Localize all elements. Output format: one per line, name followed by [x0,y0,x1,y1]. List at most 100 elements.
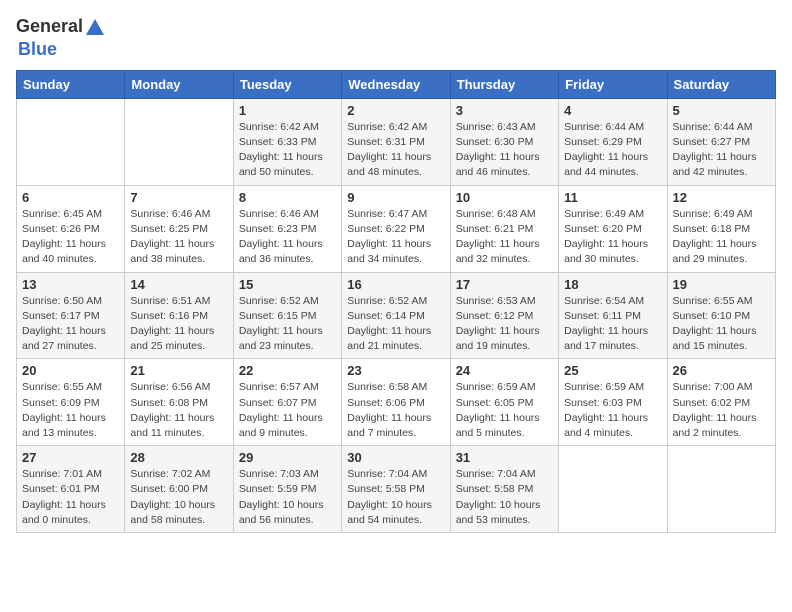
day-number: 29 [239,450,336,465]
logo: General Blue [16,16,107,60]
day-info: Sunrise: 6:42 AM Sunset: 6:31 PM Dayligh… [347,120,444,181]
logo-blue: Blue [18,39,57,59]
day-cell: 9Sunrise: 6:47 AM Sunset: 6:22 PM Daylig… [342,185,450,272]
header-friday: Friday [559,70,667,98]
day-info: Sunrise: 6:58 AM Sunset: 6:06 PM Dayligh… [347,380,444,441]
day-info: Sunrise: 6:54 AM Sunset: 6:11 PM Dayligh… [564,294,661,355]
header-thursday: Thursday [450,70,558,98]
day-cell: 17 Sunrise: 6:53 AM Sunset: 6:12 PM Dayli… [450,272,558,359]
day-info: Sunrise: 6:46 AM Sunset: 6:23 PM Dayligh… [239,207,336,268]
day-cell: 30 Sunrise: 7:04 AM Sunset: 5:58 PM Dayli… [342,446,450,533]
day-number: 2 [347,103,444,118]
day-number: 31 [456,450,553,465]
day-info: Sunrise: 6:57 AM Sunset: 6:07 PM Dayligh… [239,380,336,441]
day-cell: 20 Sunrise: 6:55 AM Sunset: 6:09 PM Dayli… [17,359,125,446]
day-info: Sunrise: 6:44 AM Sunset: 6:29 PM Dayligh… [564,120,661,181]
day-number: 28 [130,450,227,465]
day-number: 24 [456,363,553,378]
day-info: Sunrise: 6:55 AM Sunset: 6:09 PM Dayligh… [22,380,119,441]
day-info: Sunrise: 6:59 AM Sunset: 6:03 PM Dayligh… [564,380,661,441]
day-info: Sunrise: 6:52 AM Sunset: 6:15 PM Dayligh… [239,294,336,355]
day-info: Sunrise: 6:47 AM Sunset: 6:22 PM Dayligh… [347,207,444,268]
day-cell: 18 Sunrise: 6:54 AM Sunset: 6:11 PM Dayli… [559,272,667,359]
day-cell: 23 Sunrise: 6:58 AM Sunset: 6:06 PM Dayli… [342,359,450,446]
day-cell: 24 Sunrise: 6:59 AM Sunset: 6:05 PM Dayli… [450,359,558,446]
day-cell: 3Sunrise: 6:43 AM Sunset: 6:30 PM Daylig… [450,98,558,185]
day-cell: 21Sunrise: 6:56 AM Sunset: 6:08 PM Dayli… [125,359,233,446]
week-row-3: 13 Sunrise: 6:50 AM Sunset: 6:17 PM Dayli… [17,272,776,359]
day-info: Sunrise: 6:48 AM Sunset: 6:21 PM Dayligh… [456,207,553,268]
day-info: Sunrise: 7:03 AM Sunset: 5:59 PM Dayligh… [239,467,336,528]
day-cell: 10 Sunrise: 6:48 AM Sunset: 6:21 PM Dayli… [450,185,558,272]
day-info: Sunrise: 6:52 AM Sunset: 6:14 PM Dayligh… [347,294,444,355]
day-cell [559,446,667,533]
day-cell: 7 Sunrise: 6:46 AM Sunset: 6:25 PM Daylig… [125,185,233,272]
day-number: 19 [673,277,770,292]
day-cell: 1 Sunrise: 6:42 AM Sunset: 6:33 PM Daylig… [233,98,341,185]
day-cell: 25 Sunrise: 6:59 AM Sunset: 6:03 PM Dayli… [559,359,667,446]
day-info: Sunrise: 7:04 AM Sunset: 5:58 PM Dayligh… [456,467,553,528]
day-number: 23 [347,363,444,378]
day-cell: 8Sunrise: 6:46 AM Sunset: 6:23 PM Daylig… [233,185,341,272]
day-number: 7 [130,190,227,205]
day-info: Sunrise: 6:56 AM Sunset: 6:08 PM Dayligh… [130,380,227,441]
day-info: Sunrise: 6:51 AM Sunset: 6:16 PM Dayligh… [130,294,227,355]
day-info: Sunrise: 6:49 AM Sunset: 6:18 PM Dayligh… [673,207,770,268]
day-info: Sunrise: 6:45 AM Sunset: 6:26 PM Dayligh… [22,207,119,268]
week-row-4: 20 Sunrise: 6:55 AM Sunset: 6:09 PM Dayli… [17,359,776,446]
calendar-table: SundayMondayTuesdayWednesdayThursdayFrid… [16,70,776,533]
day-number: 5 [673,103,770,118]
day-info: Sunrise: 6:42 AM Sunset: 6:33 PM Dayligh… [239,120,336,181]
day-cell: 12 Sunrise: 6:49 AM Sunset: 6:18 PM Dayli… [667,185,775,272]
day-number: 11 [564,190,661,205]
day-cell [667,446,775,533]
day-cell: 14 Sunrise: 6:51 AM Sunset: 6:16 PM Dayli… [125,272,233,359]
day-info: Sunrise: 6:44 AM Sunset: 6:27 PM Dayligh… [673,120,770,181]
day-info: Sunrise: 6:46 AM Sunset: 6:25 PM Dayligh… [130,207,227,268]
day-cell: 28 Sunrise: 7:02 AM Sunset: 6:00 PM Dayli… [125,446,233,533]
day-info: Sunrise: 6:49 AM Sunset: 6:20 PM Dayligh… [564,207,661,268]
day-cell: 5 Sunrise: 6:44 AM Sunset: 6:27 PM Daylig… [667,98,775,185]
logo-text: General Blue [16,16,107,60]
calendar-header-row: SundayMondayTuesdayWednesdayThursdayFrid… [17,70,776,98]
day-info: Sunrise: 6:50 AM Sunset: 6:17 PM Dayligh… [22,294,119,355]
day-cell: 31 Sunrise: 7:04 AM Sunset: 5:58 PM Dayli… [450,446,558,533]
day-cell: 22 Sunrise: 6:57 AM Sunset: 6:07 PM Dayli… [233,359,341,446]
day-cell [125,98,233,185]
day-info: Sunrise: 7:01 AM Sunset: 6:01 PM Dayligh… [22,467,119,528]
day-info: Sunrise: 7:04 AM Sunset: 5:58 PM Dayligh… [347,467,444,528]
day-number: 18 [564,277,661,292]
day-cell: 19 Sunrise: 6:55 AM Sunset: 6:10 PM Dayli… [667,272,775,359]
day-info: Sunrise: 7:00 AM Sunset: 6:02 PM Dayligh… [673,380,770,441]
day-cell: 26 Sunrise: 7:00 AM Sunset: 6:02 PM Dayli… [667,359,775,446]
day-cell: 11 Sunrise: 6:49 AM Sunset: 6:20 PM Dayli… [559,185,667,272]
day-info: Sunrise: 7:02 AM Sunset: 6:00 PM Dayligh… [130,467,227,528]
day-number: 26 [673,363,770,378]
day-info: Sunrise: 6:43 AM Sunset: 6:30 PM Dayligh… [456,120,553,181]
day-number: 20 [22,363,119,378]
day-number: 14 [130,277,227,292]
day-cell: 2 Sunrise: 6:42 AM Sunset: 6:31 PM Daylig… [342,98,450,185]
day-info: Sunrise: 6:53 AM Sunset: 6:12 PM Dayligh… [456,294,553,355]
day-cell: 15Sunrise: 6:52 AM Sunset: 6:15 PM Dayli… [233,272,341,359]
day-number: 27 [22,450,119,465]
day-number: 1 [239,103,336,118]
day-info: Sunrise: 6:59 AM Sunset: 6:05 PM Dayligh… [456,380,553,441]
day-cell: 27 Sunrise: 7:01 AM Sunset: 6:01 PM Dayli… [17,446,125,533]
day-number: 12 [673,190,770,205]
day-cell [17,98,125,185]
day-number: 13 [22,277,119,292]
header-sunday: Sunday [17,70,125,98]
day-number: 30 [347,450,444,465]
day-cell: 29 Sunrise: 7:03 AM Sunset: 5:59 PM Dayli… [233,446,341,533]
day-number: 4 [564,103,661,118]
day-number: 6 [22,190,119,205]
day-number: 25 [564,363,661,378]
day-number: 10 [456,190,553,205]
header-tuesday: Tuesday [233,70,341,98]
day-info: Sunrise: 6:55 AM Sunset: 6:10 PM Dayligh… [673,294,770,355]
page-header: General Blue [16,16,776,60]
day-cell: 13 Sunrise: 6:50 AM Sunset: 6:17 PM Dayli… [17,272,125,359]
day-number: 17 [456,277,553,292]
day-number: 22 [239,363,336,378]
